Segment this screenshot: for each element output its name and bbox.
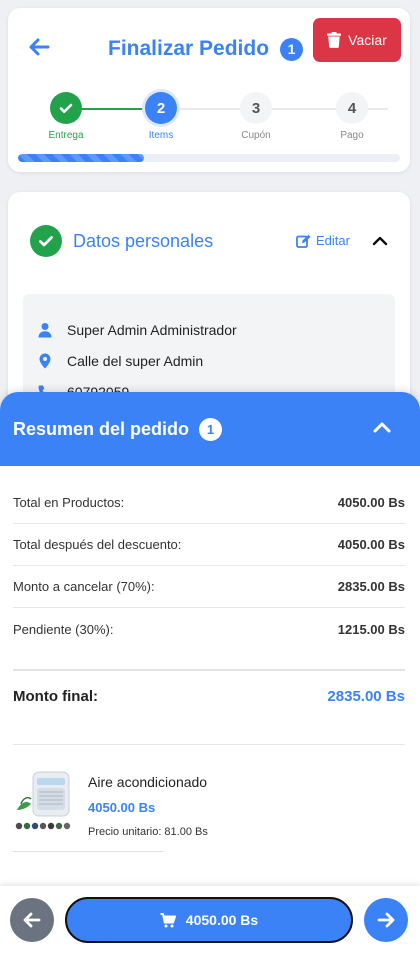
edit-icon	[296, 234, 311, 248]
check-circle-icon	[30, 225, 62, 257]
arrow-left-icon	[23, 912, 41, 928]
customer-name: Super Admin Administrador	[67, 322, 237, 338]
summary-count-badge: 1	[199, 417, 223, 441]
summary-row-label: Total después del descuento:	[13, 537, 182, 552]
final-amount-row: Monto final: 2835.00 Bs	[13, 688, 405, 705]
order-summary-title: Resumen del pedido	[13, 418, 190, 439]
clear-cart-button[interactable]: Vaciar	[313, 18, 401, 62]
edit-label: Editar	[316, 233, 350, 248]
order-summary-sheet: Resumen del pedido 1 Total en Productos:…	[0, 392, 420, 954]
summary-row-total-products: Total en Productos: 4050.00 Bs	[13, 482, 405, 524]
step-entrega[interactable]: Entrega	[31, 92, 101, 141]
checkout-header: Finalizar Pedido 1 Vaciar Entrega 2 Item…	[8, 8, 410, 172]
product-price: 4050.00 Bs	[88, 800, 156, 815]
customer-address: Calle del super Admin	[67, 353, 204, 369]
progress-fill	[18, 154, 145, 162]
summary-row-value: 4050.00 Bs	[337, 495, 405, 510]
page-title-wrap: Finalizar Pedido 1	[108, 37, 304, 61]
trash-icon	[327, 32, 342, 48]
summary-divider	[13, 744, 405, 745]
summary-rows: Total en Productos: 4050.00 Bs Total des…	[13, 482, 405, 650]
collapse-chevron-icon[interactable]	[372, 420, 392, 439]
cart-count-badge: 1	[280, 37, 304, 61]
step-label: Items	[148, 130, 174, 141]
map-pin-icon	[39, 353, 51, 369]
personal-data-title: Datos personales	[73, 231, 214, 251]
info-address-row: Calle del super Admin	[37, 353, 203, 369]
personal-data-card: Datos personales Editar Super Admin Admi…	[8, 192, 410, 424]
edit-personal-button[interactable]: Editar	[296, 233, 350, 248]
back-arrow-icon[interactable]	[28, 36, 50, 58]
summary-row-pending: Pendiente (30%): 1215.00 Bs	[13, 608, 405, 650]
previous-step-button[interactable]	[10, 898, 54, 942]
step-cupon[interactable]: 3 Cupón	[221, 92, 291, 141]
summary-row-value: 4050.00 Bs	[337, 537, 405, 552]
final-amount-label: Monto final:	[13, 688, 98, 705]
clear-cart-label: Vaciar	[348, 32, 387, 48]
collapse-chevron-icon[interactable]	[372, 234, 388, 252]
product-unit-price: Precio unitario: 81.00 Bs	[88, 826, 208, 838]
summary-row-value: 1215.00 Bs	[337, 621, 405, 637]
product-item[interactable]: Aire acondicionado 4050.00 Bs Precio uni…	[13, 766, 273, 852]
check-icon	[50, 92, 82, 124]
checkout-progress-bar	[18, 154, 400, 162]
step-label: Entrega	[48, 130, 84, 141]
step-number: 3	[240, 92, 272, 124]
step-items[interactable]: 2 Items	[126, 92, 196, 141]
summary-row-label: Monto a cancelar (70%):	[13, 579, 155, 594]
summary-row-after-discount: Total después del descuento: 4050.00 Bs	[13, 524, 405, 566]
user-icon	[38, 323, 52, 338]
product-divider	[13, 851, 163, 852]
summary-divider	[13, 669, 405, 671]
step-number: 4	[336, 92, 368, 124]
step-pago[interactable]: 4 Pago	[317, 92, 387, 141]
order-summary-header[interactable]: Resumen del pedido 1	[0, 392, 420, 466]
summary-row-value: 2835.00 Bs	[337, 579, 405, 594]
info-name-row: Super Admin Administrador	[37, 322, 237, 338]
summary-row-label: Total en Productos:	[13, 495, 125, 510]
cart-total-label: 4050.00 Bs	[185, 912, 259, 928]
cart-icon	[160, 912, 176, 927]
product-thumbnail	[15, 771, 71, 830]
checkout-page: Finalizar Pedido 1 Vaciar Entrega 2 Item…	[0, 0, 420, 954]
bottom-action-bar: 4050.00 Bs	[0, 886, 420, 954]
checkout-stepper: Entrega 2 Items 3 Cupón 4 Pago	[8, 92, 410, 142]
summary-row-amount-due: Monto a cancelar (70%): 2835.00 Bs	[13, 566, 405, 608]
product-name: Aire acondicionado	[88, 774, 208, 790]
next-step-button[interactable]	[364, 898, 408, 942]
step-label: Cupón	[241, 130, 271, 141]
summary-row-label: Pendiente (30%):	[13, 621, 114, 637]
step-label: Pago	[340, 130, 364, 141]
page-title: Finalizar Pedido	[108, 37, 270, 60]
final-amount-value: 2835.00 Bs	[327, 688, 405, 705]
arrow-right-icon	[377, 912, 395, 928]
step-number: 2	[145, 92, 177, 124]
cart-total-button[interactable]: 4050.00 Bs	[65, 897, 353, 943]
